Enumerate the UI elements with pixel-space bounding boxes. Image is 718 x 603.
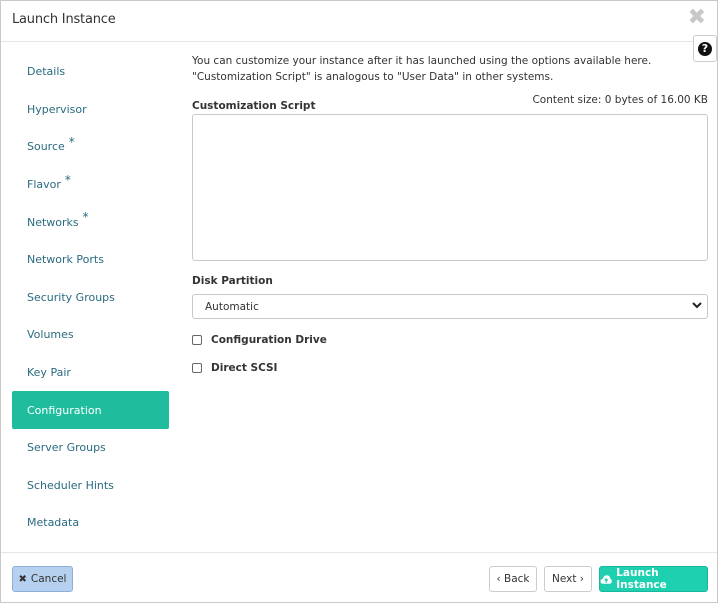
cancel-label: Cancel	[30, 573, 67, 585]
config-drive-checkbox[interactable]	[192, 334, 202, 345]
nav-item-source[interactable]: Source *	[12, 128, 169, 166]
disk-partition-select[interactable]: Automatic	[192, 294, 708, 319]
nav-item-network-ports[interactable]: Network Ports	[12, 241, 169, 279]
nav-item-label: Configuration	[27, 403, 102, 417]
nav-item-label: Security Groups	[27, 290, 115, 304]
dialog-footer: ✖ Cancel ‹ Back Next › Launch Instance	[1, 552, 717, 603]
dialog-header: Launch Instance ✖ ?	[1, 1, 717, 62]
required-mark: *	[82, 210, 89, 225]
cancel-button[interactable]: ✖ Cancel	[12, 566, 73, 592]
times-icon: ✖	[18, 573, 27, 585]
chevron-down-icon	[692, 302, 702, 309]
nav-item-label: Hypervisor	[27, 102, 87, 116]
disk-partition-label: Disk Partition	[192, 275, 273, 287]
script-label-row: Customization Script Content size: 0 byt…	[192, 94, 708, 112]
configuration-panel: You can customize your instance after it…	[192, 53, 708, 375]
script-label: Customization Script	[192, 100, 316, 112]
launch-label: Launch Instance	[616, 567, 667, 591]
nav-item-label: Networks	[27, 215, 79, 229]
nav-item-metadata[interactable]: Metadata	[12, 504, 169, 542]
nav-item-label: Source	[27, 140, 65, 154]
launch-instance-button[interactable]: Launch Instance	[599, 566, 708, 592]
close-icon[interactable]: ✖	[688, 7, 706, 29]
nav-item-scheduler-hints[interactable]: Scheduler Hints	[12, 467, 169, 505]
nav-item-volumes[interactable]: Volumes	[12, 316, 169, 354]
nav-item-label: Scheduler Hints	[27, 478, 114, 492]
nav-item-details[interactable]: Details	[12, 53, 169, 91]
back-button[interactable]: ‹ Back	[489, 566, 537, 592]
config-drive-label: Configuration Drive	[211, 333, 327, 346]
disk-partition-value: Automatic	[205, 300, 259, 313]
direct-scsi-row[interactable]: Direct SCSI	[192, 360, 708, 375]
wizard-nav: Details Hypervisor Source * Flavor * Netwo…	[12, 53, 169, 542]
nav-item-label: Key Pair	[27, 366, 71, 380]
required-mark: *	[64, 172, 71, 187]
cloud-upload-icon	[600, 574, 612, 584]
customization-script-textarea[interactable]	[192, 114, 708, 261]
nav-item-label: Volumes	[27, 328, 74, 342]
nav-item-label: Details	[27, 65, 66, 79]
nav-item-networks[interactable]: Networks *	[12, 203, 169, 241]
nav-item-label: Server Groups	[27, 441, 106, 455]
intro-text: You can customize your instance after it…	[192, 55, 652, 83]
nav-item-label: Flavor	[27, 178, 61, 192]
dialog-title: Launch Instance	[12, 12, 116, 27]
nav-item-configuration[interactable]: Configuration	[12, 391, 169, 429]
nav-item-hypervisor[interactable]: Hypervisor	[12, 91, 169, 129]
nav-item-security-groups[interactable]: Security Groups	[12, 279, 169, 317]
direct-scsi-label: Direct SCSI	[211, 361, 278, 374]
nav-item-server-groups[interactable]: Server Groups	[12, 429, 169, 467]
content-size: Content size: 0 bytes of 16.00 KB	[532, 94, 708, 106]
direct-scsi-checkbox[interactable]	[192, 362, 202, 373]
nav-item-label: Metadata	[27, 516, 80, 530]
nav-item-flavor[interactable]: Flavor *	[12, 166, 169, 204]
launch-instance-dialog: Launch Instance ✖ ? Details Hypervisor S…	[0, 0, 718, 603]
required-mark: *	[68, 134, 75, 149]
nav-item-label: Network Ports	[27, 253, 104, 267]
next-button[interactable]: Next ›	[544, 566, 592, 592]
config-drive-row[interactable]: Configuration Drive	[192, 332, 708, 347]
nav-item-key-pair[interactable]: Key Pair	[12, 354, 169, 392]
